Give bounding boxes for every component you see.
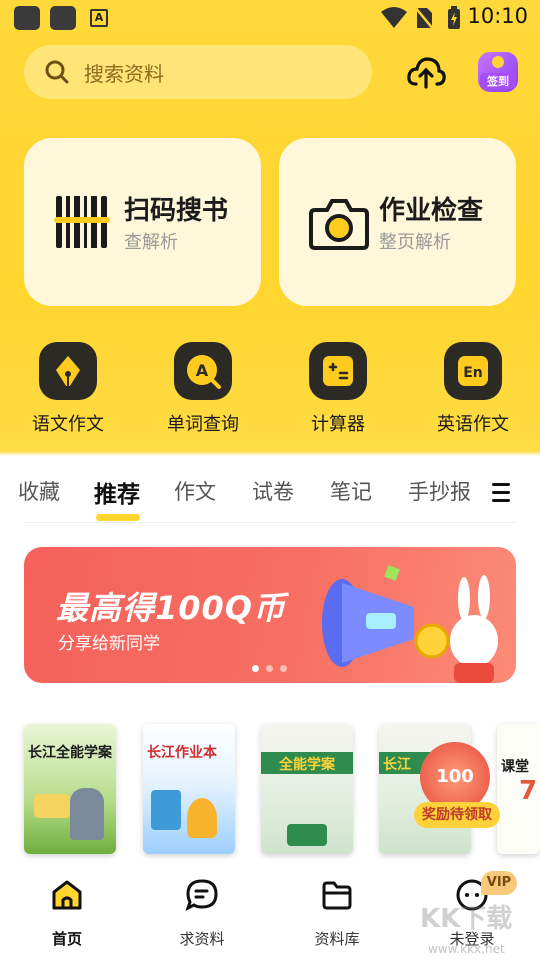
tab-favorites[interactable]: 收藏	[18, 476, 60, 506]
cloud-upload-icon[interactable]	[406, 54, 446, 90]
svg-text:A: A	[196, 361, 209, 380]
book-title: 长江	[383, 757, 411, 773]
nav-label: 资料库	[314, 930, 360, 948]
book-title: 长江全能学案	[28, 745, 112, 761]
card-title: 作业检查	[379, 196, 484, 226]
search-icon	[45, 60, 69, 84]
carousel-dot[interactable]	[280, 665, 287, 672]
tool-label: 计算器	[311, 414, 365, 435]
card-subtitle: 查解析	[124, 232, 178, 253]
book-cover[interactable]: 长江全能学案	[24, 724, 116, 854]
tool-label: 语文作文	[32, 414, 104, 435]
tool-calculator[interactable]: 计算器	[288, 342, 388, 436]
nav-label: 首页	[51, 930, 82, 948]
coin-icon	[492, 56, 504, 68]
nav-request[interactable]: 求资料	[157, 878, 247, 949]
nav-home[interactable]: 首页	[22, 878, 112, 949]
tab-recommended[interactable]: 推荐	[94, 475, 140, 509]
svg-text:En: En	[463, 365, 483, 381]
reward-popup[interactable]: 100 奖励待领取	[414, 742, 500, 828]
no-sim-icon	[414, 6, 434, 30]
tool-chinese-essay[interactable]: 语文作文	[18, 342, 118, 436]
active-tab-indicator	[96, 514, 140, 521]
app-badge-icon: A	[90, 9, 108, 27]
book-cover[interactable]: 全能学案	[261, 724, 353, 854]
carousel-dots	[252, 657, 294, 676]
tab-essay[interactable]: 作文	[174, 476, 216, 506]
clock: 10:10	[467, 4, 528, 28]
home-icon	[52, 880, 82, 910]
chat-icon	[185, 879, 218, 911]
status-bar: A 10:10	[0, 0, 540, 36]
book-title: 课堂	[501, 759, 529, 775]
watermark-url: www.kkx.net	[428, 942, 505, 956]
watermark: KK下载	[420, 904, 513, 934]
book-title: 长江作业本	[147, 745, 217, 761]
tool-label: 单词查询	[167, 414, 239, 435]
notification-icon	[14, 6, 40, 30]
banner-title: 最高得100Q币	[56, 589, 287, 627]
book-cover[interactable]: 课堂 7	[497, 724, 540, 854]
nav-label: 求资料	[179, 930, 225, 948]
homework-check-card[interactable]: 作业检查 整页解析	[279, 138, 516, 306]
word-search-icon: A	[174, 342, 232, 400]
card-subtitle: 整页解析	[379, 232, 451, 253]
book-cover[interactable]: 长江作业本	[143, 724, 235, 854]
checkin-label: 签到	[480, 73, 516, 89]
barcode-icon	[54, 196, 110, 248]
book-title: 全能学案	[279, 757, 335, 773]
vip-badge: VIP	[481, 871, 517, 895]
folder-icon	[322, 881, 352, 910]
camera-icon	[309, 199, 369, 250]
tool-label: 英语作文	[437, 414, 509, 435]
scan-book-card[interactable]: 扫码搜书 查解析	[24, 138, 261, 306]
carousel-dot[interactable]	[252, 665, 259, 672]
tab-notes[interactable]: 笔记	[330, 476, 372, 506]
tool-word-lookup[interactable]: A 单词查询	[153, 342, 253, 436]
notification-icon	[50, 6, 76, 30]
wifi-icon	[381, 7, 407, 28]
tab-exam[interactable]: 试卷	[252, 476, 294, 506]
card-title: 扫码搜书	[124, 196, 229, 226]
tab-handwritten-poster[interactable]: 手抄报	[408, 476, 471, 506]
category-tabs: 收藏 推荐 作文 试卷 笔记 手抄报	[0, 475, 540, 521]
promo-banner[interactable]: 最高得100Q币 分享给新同学	[24, 547, 516, 683]
nav-library[interactable]: 资料库	[292, 878, 382, 949]
reward-label: 奖励待领取	[414, 802, 500, 828]
divider	[24, 522, 516, 523]
checkin-button[interactable]: 签到	[478, 52, 518, 92]
search-input[interactable]: 搜索资料	[24, 45, 372, 99]
calculator-icon	[309, 342, 367, 400]
english-icon: En	[444, 342, 502, 400]
megaphone-bunny-illustration	[322, 565, 498, 683]
tool-english-essay[interactable]: En 英语作文	[423, 342, 523, 436]
carousel-dot[interactable]	[266, 665, 273, 672]
menu-icon[interactable]	[492, 483, 510, 507]
banner-subtitle: 分享给新同学	[58, 634, 160, 654]
search-placeholder: 搜索资料	[84, 61, 164, 86]
battery-icon	[448, 6, 460, 29]
pen-icon	[39, 342, 97, 400]
